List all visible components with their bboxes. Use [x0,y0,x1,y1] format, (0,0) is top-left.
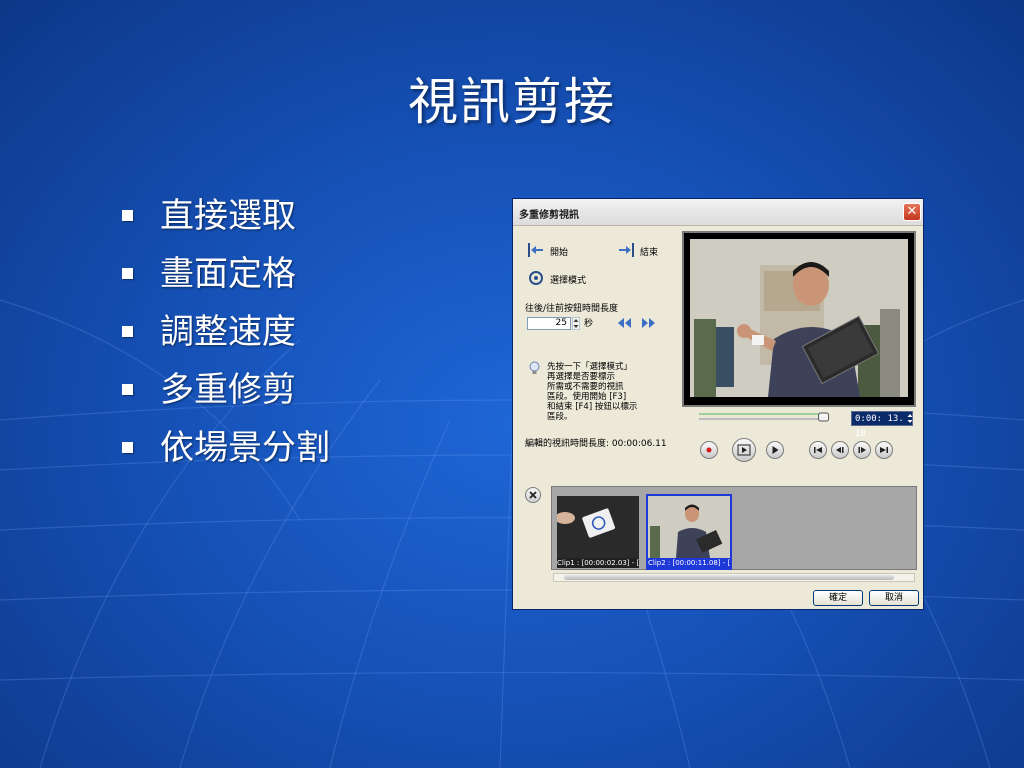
ok-button[interactable]: 確定 [813,590,863,606]
clip-strip: Clip1 : [00:00:02.03] - [... Clip2 : [00… [551,486,917,570]
clip-label: Clip2 : [00:00:11.08] - [... [648,558,730,568]
bullet-square-icon [122,442,133,453]
mark-out-icon[interactable] [617,241,635,259]
timecode-spinner[interactable] [907,413,913,424]
play-button[interactable] [766,441,784,459]
next-frame-button[interactable] [853,441,871,459]
bullet-text: 直接選取 [160,196,296,236]
select-mode-icon[interactable] [527,269,545,287]
clip-label: Clip1 : [00:00:02.03] - [... [557,558,639,568]
close-button[interactable]: ✕ [903,203,921,221]
bullet-text: 多重修剪 [160,370,296,410]
timecode-display[interactable]: 0:00: 13. 18 [851,411,913,439]
bullet-item: 多重修剪 [120,366,330,424]
video-preview [682,231,916,407]
jog-duration-spinner[interactable] [572,317,580,330]
bullet-square-icon [122,326,133,337]
bullet-item: 直接選取 [120,192,330,250]
edited-duration-label: 編輯的視訊時間長度: 00:00:06.11 [525,439,667,449]
mark-in-icon[interactable] [527,241,545,259]
clip-image [648,496,730,558]
cancel-button[interactable]: 取消 [869,590,919,606]
mark-out-label: 結束 [640,248,659,258]
multi-trim-dialog: 多重修剪視訊 ✕ 開始 結束 選擇模式 往後/往前按鈕時間長度 25 秒 先按一… [512,198,924,610]
bullet-square-icon [122,384,133,395]
close-icon [529,491,537,499]
lightbulb-icon [529,361,540,374]
clip-strip-scrollbar[interactable] [553,573,915,582]
clip-thumbnail[interactable]: Clip1 : [00:00:02.03] - [... [555,496,639,568]
preview-image [690,239,908,397]
play-clip-button[interactable] [732,438,756,462]
bullet-text: 依場景分割 [160,428,330,468]
bullet-item: 畫面定格 [120,250,330,308]
dialog-titlebar[interactable]: 多重修剪視訊 ✕ [513,199,923,226]
bullet-item: 依場景分割 [120,424,330,482]
delete-clip-button[interactable] [525,487,541,503]
clip-thumbnail-selected[interactable]: Clip2 : [00:00:11.08] - [... [646,494,732,570]
fast-forward-icon[interactable] [641,316,657,330]
bullet-list: 直接選取 畫面定格 調整速度 多重修剪 依場景分割 [120,192,330,482]
bullet-square-icon [122,268,133,279]
previous-frame-button[interactable] [831,441,849,459]
preview-frame [690,239,908,397]
jog-duration-label: 往後/往前按鈕時間長度 [525,304,619,314]
bullet-item: 調整速度 [120,308,330,366]
bullet-square-icon [122,210,133,221]
jog-unit-label: 秒 [584,319,594,329]
dialog-title: 多重修剪視訊 [519,210,579,221]
scrub-bar[interactable] [699,412,839,422]
clip-image [555,496,639,558]
bullet-text: 畫面定格 [160,254,296,294]
record-button[interactable] [700,441,718,459]
mark-in-label: 開始 [550,248,569,258]
tip-text: 先按一下「選擇模式」 再選擇是否要標示 所需或不需要的視訊 區段。使用開始 [F… [547,362,638,422]
slide-title: 視訊剪接 [408,73,616,131]
go-to-start-button[interactable] [809,441,827,459]
rewind-icon[interactable] [616,316,632,330]
bullet-text: 調整速度 [160,312,296,352]
select-mode-label: 選擇模式 [550,276,587,286]
scrollbar-thumb[interactable] [564,575,894,580]
jog-duration-input[interactable]: 25 [527,317,571,330]
go-to-end-button[interactable] [875,441,893,459]
